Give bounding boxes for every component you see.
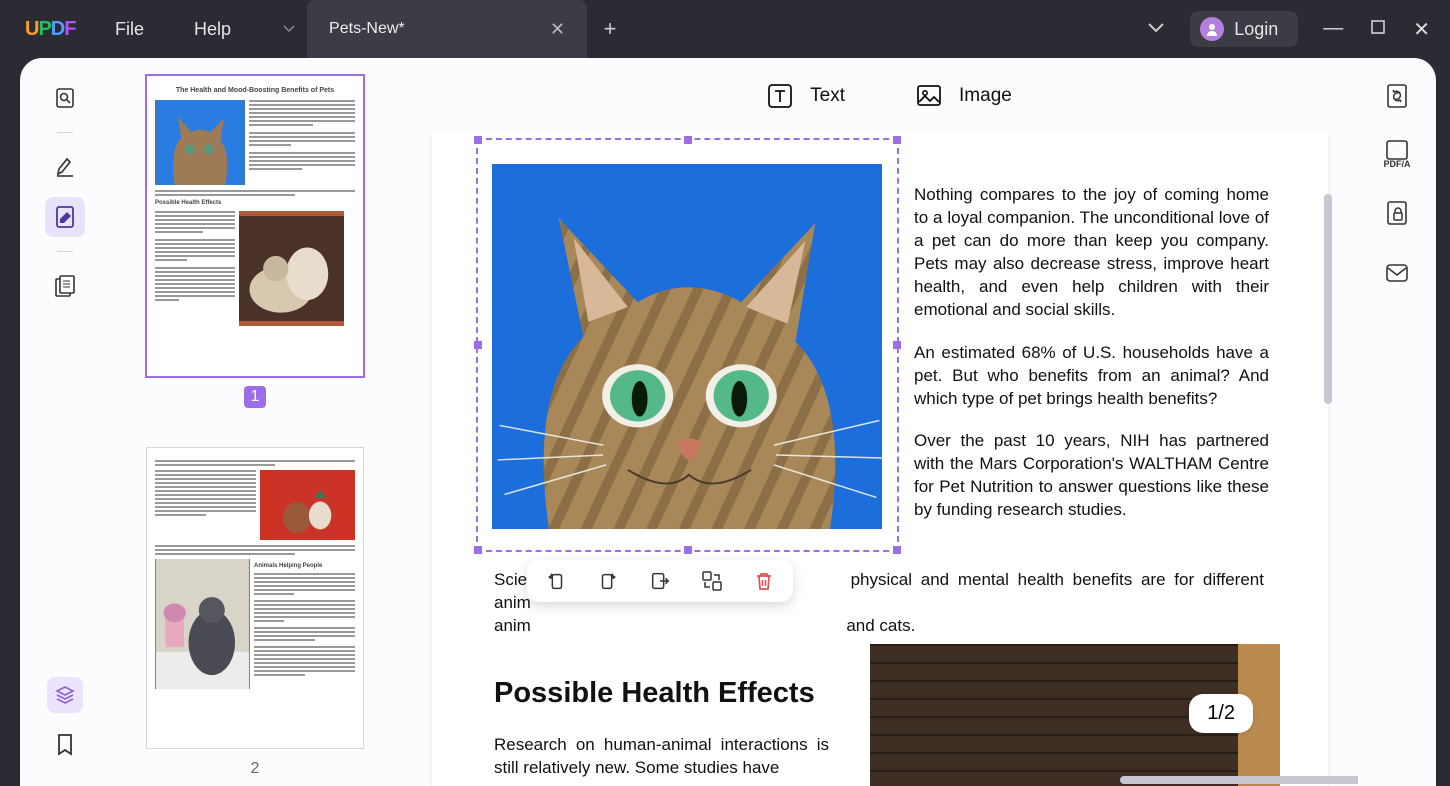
email-button[interactable] — [1381, 257, 1413, 289]
thumb2-heading: Animals Helping People — [254, 563, 355, 570]
rotate-left-button[interactable] — [545, 570, 567, 592]
paragraph-part: Scie — [494, 570, 527, 589]
selection-box[interactable] — [476, 138, 899, 552]
avatar-icon — [1200, 17, 1224, 41]
paragraph-part: and cats. — [846, 616, 915, 635]
login-button[interactable]: Login — [1190, 11, 1298, 47]
document-page[interactable]: Nothing compares to the joy of coming ho… — [432, 134, 1328, 786]
document-tab[interactable]: Pets-New* ✕ — [307, 0, 587, 58]
thumb-h2: Possible Health Effects — [155, 200, 355, 207]
new-tab-button[interactable]: + — [587, 0, 633, 58]
bookmark-button[interactable] — [55, 733, 75, 762]
edit-tool[interactable] — [45, 197, 85, 237]
paragraph[interactable]: Research on human-animal interactions is… — [494, 734, 829, 780]
heading-2[interactable]: Possible Health Effects — [494, 677, 815, 710]
resize-handle[interactable] — [893, 341, 901, 349]
close-button[interactable]: ✕ — [1413, 17, 1430, 42]
image-tool[interactable]: Image — [915, 82, 1012, 110]
maximize-button[interactable] — [1371, 17, 1385, 42]
login-label: Login — [1234, 19, 1278, 40]
resize-handle[interactable] — [474, 546, 482, 554]
vertical-scrollbar[interactable] — [1324, 194, 1332, 404]
menu-help[interactable]: Help — [194, 19, 231, 40]
menu-file[interactable]: File — [115, 19, 144, 40]
thumb-title: The Health and Mood-Boosting Benefits of… — [155, 87, 355, 95]
highlight-tool[interactable] — [45, 147, 85, 187]
separator — [57, 251, 73, 252]
close-tab-icon[interactable]: ✕ — [550, 19, 565, 40]
extract-button[interactable] — [649, 570, 671, 592]
thumbnail-page-1[interactable]: The Health and Mood-Boosting Benefits of… — [147, 76, 363, 408]
replace-button[interactable] — [701, 570, 723, 592]
dropdown-icon[interactable] — [1147, 20, 1165, 38]
resize-handle[interactable] — [893, 546, 901, 554]
pages-tool[interactable] — [45, 266, 85, 306]
resize-handle[interactable] — [474, 341, 482, 349]
paragraph: Over the past 10 years, NIH has partnere… — [914, 430, 1269, 522]
thumb-number-1: 1 — [244, 386, 266, 408]
resize-handle[interactable] — [474, 136, 482, 144]
pdfa-label: PDF/A — [1384, 160, 1411, 169]
left-toolbar — [20, 58, 110, 786]
convert-button[interactable] — [1381, 80, 1413, 112]
tab-title: Pets-New* — [329, 20, 405, 38]
resize-handle[interactable] — [684, 546, 692, 554]
thumbnail-panel: The Health and Mood-Boosting Benefits of… — [110, 58, 420, 786]
edit-mode-toolbar: Text Image — [420, 58, 1358, 134]
thumb-number-2: 2 — [244, 758, 266, 780]
horizontal-scrollbar[interactable] — [1120, 776, 1358, 784]
minimize-button[interactable]: — — [1323, 17, 1343, 42]
thumbnail-page-2[interactable]: Animals Helping People 2 — [147, 448, 363, 780]
page-indicator[interactable]: 1/2 — [1189, 694, 1253, 733]
paragraph: An estimated 68% of U.S. households have… — [914, 342, 1269, 411]
image-tool-label: Image — [959, 85, 1012, 107]
separator — [57, 132, 73, 133]
text-tool-label: Text — [810, 85, 845, 107]
pdfa-button[interactable]: PDF/A — [1381, 140, 1413, 169]
text-tool[interactable]: Text — [766, 82, 845, 110]
resize-handle[interactable] — [893, 136, 901, 144]
layers-button[interactable] — [47, 677, 83, 713]
resize-handle[interactable] — [684, 136, 692, 144]
paragraph: Nothing compares to the joy of coming ho… — [914, 184, 1269, 322]
search-tool[interactable] — [45, 78, 85, 118]
delete-button[interactable] — [753, 570, 775, 592]
tab-dropdown[interactable] — [271, 0, 307, 58]
paragraph-part: anim — [494, 616, 531, 635]
document-text-column[interactable]: Nothing compares to the joy of coming ho… — [914, 184, 1269, 542]
app-logo: UPDF — [0, 18, 55, 41]
protect-button[interactable] — [1381, 197, 1413, 229]
image-context-toolbar — [527, 560, 793, 602]
right-toolbar: PDF/A — [1358, 58, 1436, 786]
rotate-right-button[interactable] — [597, 570, 619, 592]
